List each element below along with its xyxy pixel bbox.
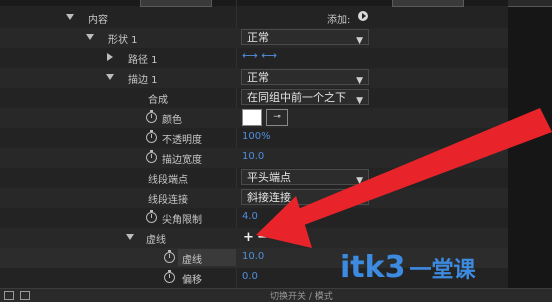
watermark-main: itk3: [340, 250, 406, 285]
watermark-sub: 一堂课: [409, 258, 476, 283]
site-watermark-logo: itk3 一堂课: [340, 250, 475, 285]
arrow-head: [256, 196, 312, 248]
arrow-shaft: [286, 108, 552, 228]
